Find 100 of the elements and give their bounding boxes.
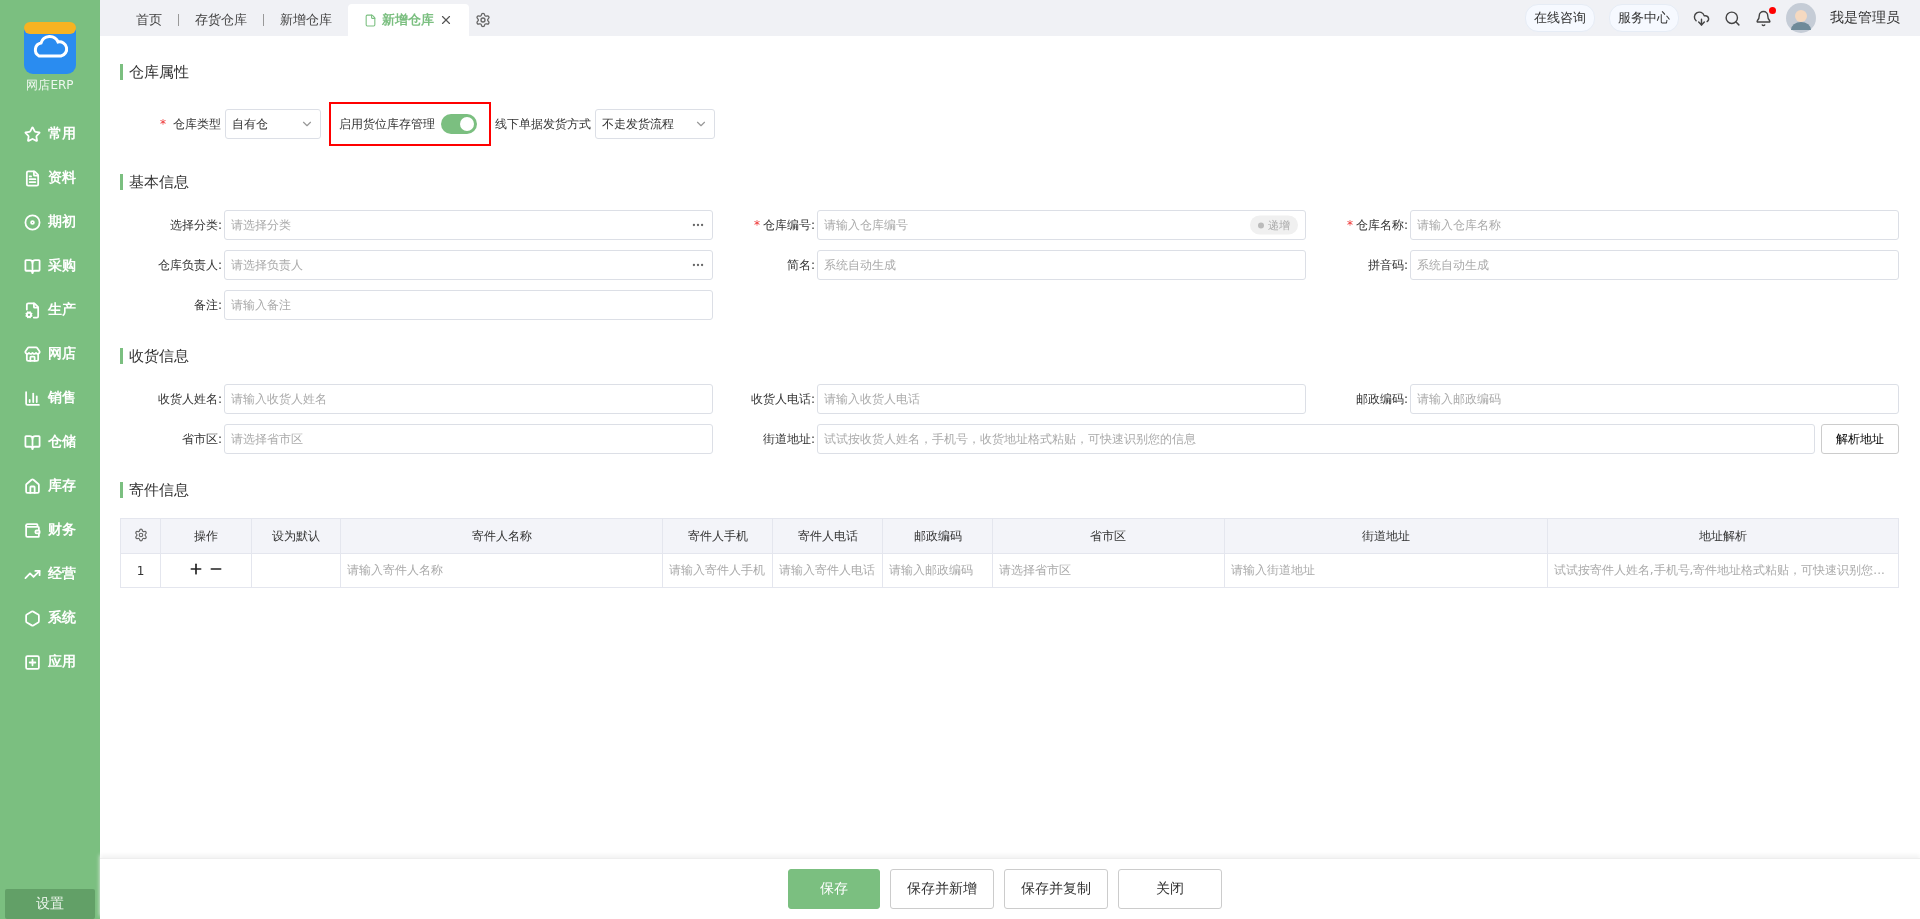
input-field[interactable]: 请输入邮政编码 xyxy=(1410,384,1899,414)
tab[interactable]: 首页 xyxy=(120,4,178,36)
footer-button[interactable]: 保存 xyxy=(788,869,880,909)
settings-icon[interactable] xyxy=(475,12,491,28)
field-label: 备注: xyxy=(193,297,222,312)
column-header: 寄件人手机 xyxy=(662,518,773,554)
app-logo xyxy=(24,22,76,74)
sidebar-item[interactable]: 销售 xyxy=(0,376,100,420)
toggle-switch[interactable] xyxy=(441,114,477,134)
field-label: 街道地址: xyxy=(762,431,815,446)
field-label: 简名: xyxy=(786,257,815,272)
input-field[interactable]: 请输入收货人电话 xyxy=(817,384,1306,414)
sidebar-item[interactable]: 网店 xyxy=(0,332,100,376)
field-label: 仓库编号: xyxy=(762,217,815,232)
column-header: 寄件人电话 xyxy=(772,518,883,554)
sidebar-item[interactable]: 库存 xyxy=(0,464,100,508)
select-field[interactable]: 自有仓 xyxy=(225,109,321,139)
user-name[interactable]: 我是管理员 xyxy=(1830,9,1900,27)
field-label: 收货人姓名: xyxy=(157,391,222,406)
field-label: 邮政编码: xyxy=(1355,391,1408,406)
column-header: 设为默认 xyxy=(251,518,341,554)
field-label: 选择分类: xyxy=(169,217,222,232)
search-icon[interactable] xyxy=(1724,9,1741,27)
field-label: 线下单据发货方式 xyxy=(495,115,591,133)
book-icon xyxy=(24,257,41,275)
table-cell[interactable]: 请输入寄件人名称 xyxy=(340,553,663,588)
settings-button[interactable]: 设置 xyxy=(5,889,95,919)
wallet-icon xyxy=(24,521,41,539)
table-cell[interactable]: 请选择省市区 xyxy=(992,553,1225,588)
section-title: 收货信息 xyxy=(120,348,1900,364)
book-icon xyxy=(24,433,41,451)
footer-button[interactable]: 保存并新增 xyxy=(890,869,994,909)
file-icon xyxy=(24,301,41,319)
table-cell[interactable]: 请输入寄件人手机 xyxy=(662,553,773,588)
field-label: 仓库名称: xyxy=(1355,217,1408,232)
table-cell[interactable]: 试试按寄件人姓名,手机号,寄件地址格式粘贴，可快速识别您... xyxy=(1547,553,1899,588)
notification-icon[interactable] xyxy=(1755,9,1772,27)
section-title: 寄件信息 xyxy=(120,482,1900,498)
column-header: 寄件人名称 xyxy=(340,518,663,554)
header-link[interactable]: 在线咨询 xyxy=(1525,4,1595,32)
input-field[interactable]: 请选择省市区 xyxy=(224,424,713,454)
avatar-icon[interactable] xyxy=(1786,3,1816,33)
sidebar-item[interactable]: 仓储 xyxy=(0,420,100,464)
field-label: 仓库负责人: xyxy=(157,257,222,272)
sidebar-item[interactable]: 采购 xyxy=(0,244,100,288)
header-link[interactable]: 服务中心 xyxy=(1609,4,1679,32)
settings-icon[interactable] xyxy=(133,527,148,542)
sidebar-item[interactable]: 生产 xyxy=(0,288,100,332)
download-icon[interactable] xyxy=(1693,9,1710,27)
column-header: 地址解析 xyxy=(1547,518,1899,554)
plus-square-icon xyxy=(24,653,41,671)
sidebar-item[interactable]: 期初 xyxy=(0,200,100,244)
field-label: 拼音码: xyxy=(1367,257,1408,272)
section-title: 仓库属性 xyxy=(120,64,1900,80)
table-cell[interactable]: 请输入寄件人电话 xyxy=(772,553,883,588)
field-label: 收货人电话: xyxy=(750,391,815,406)
sidebar-item[interactable]: 常用 xyxy=(0,112,100,156)
sidebar-item[interactable]: 财务 xyxy=(0,508,100,552)
tab[interactable]: 新增仓库 xyxy=(348,4,469,36)
sidebar-item[interactable]: 经营 xyxy=(0,552,100,596)
document-icon xyxy=(24,169,41,187)
tab[interactable]: 新增仓库 xyxy=(264,4,348,36)
tab[interactable]: 存货仓库 xyxy=(179,4,263,36)
house-icon xyxy=(24,477,41,495)
select-field[interactable]: 不走发货流程 xyxy=(595,109,715,139)
section-title: 基本信息 xyxy=(120,174,1900,190)
required-mark: * xyxy=(753,217,760,232)
column-header: 街道地址 xyxy=(1224,518,1548,554)
input-field[interactable]: 请输入仓库名称 xyxy=(1410,210,1899,240)
input-field[interactable]: 请输入收货人姓名 xyxy=(224,384,713,414)
star-icon xyxy=(24,125,41,143)
table-cell[interactable]: 请输入街道地址 xyxy=(1224,553,1548,588)
table-cell[interactable]: 请输入邮政编码 xyxy=(882,553,993,588)
sidebar-item[interactable]: 系统 xyxy=(0,596,100,640)
app-name: 网店ERP xyxy=(26,77,74,94)
sidebar-item[interactable]: 应用 xyxy=(0,640,100,684)
bar-chart-icon xyxy=(24,389,41,407)
footer-button[interactable]: 关闭 xyxy=(1118,869,1222,909)
disc-icon xyxy=(24,213,41,231)
field-label: 仓库类型 xyxy=(173,115,221,133)
sidebar-item[interactable]: 资料 xyxy=(0,156,100,200)
file-icon xyxy=(364,13,377,27)
footer-button[interactable]: 保存并复制 xyxy=(1004,869,1108,909)
store-icon xyxy=(24,345,41,363)
input-field[interactable]: 试试按收货人姓名，手机号，收货地址格式粘贴，可快速识别您的信息 xyxy=(817,424,1815,454)
input-field[interactable]: 系统自动生成 xyxy=(817,250,1306,280)
close-icon[interactable] xyxy=(439,13,453,27)
input-field[interactable]: 请选择负责人 xyxy=(224,250,713,280)
parse-address-button[interactable]: 解析地址 xyxy=(1821,424,1899,454)
required-mark: * xyxy=(160,117,166,131)
required-mark: * xyxy=(1346,217,1353,232)
input-field[interactable]: 请输入备注 xyxy=(224,290,713,320)
hexagon-icon xyxy=(24,609,41,627)
field-label: 省市区: xyxy=(181,431,222,446)
column-header: 邮政编码 xyxy=(882,518,993,554)
increment-tag[interactable]: 递增 xyxy=(1250,215,1298,235)
field-label: 启用货位库存管理 xyxy=(339,115,435,133)
input-field[interactable]: 系统自动生成 xyxy=(1410,250,1899,280)
row-number: 1 xyxy=(120,553,161,588)
input-field[interactable]: 请选择分类 xyxy=(224,210,713,240)
